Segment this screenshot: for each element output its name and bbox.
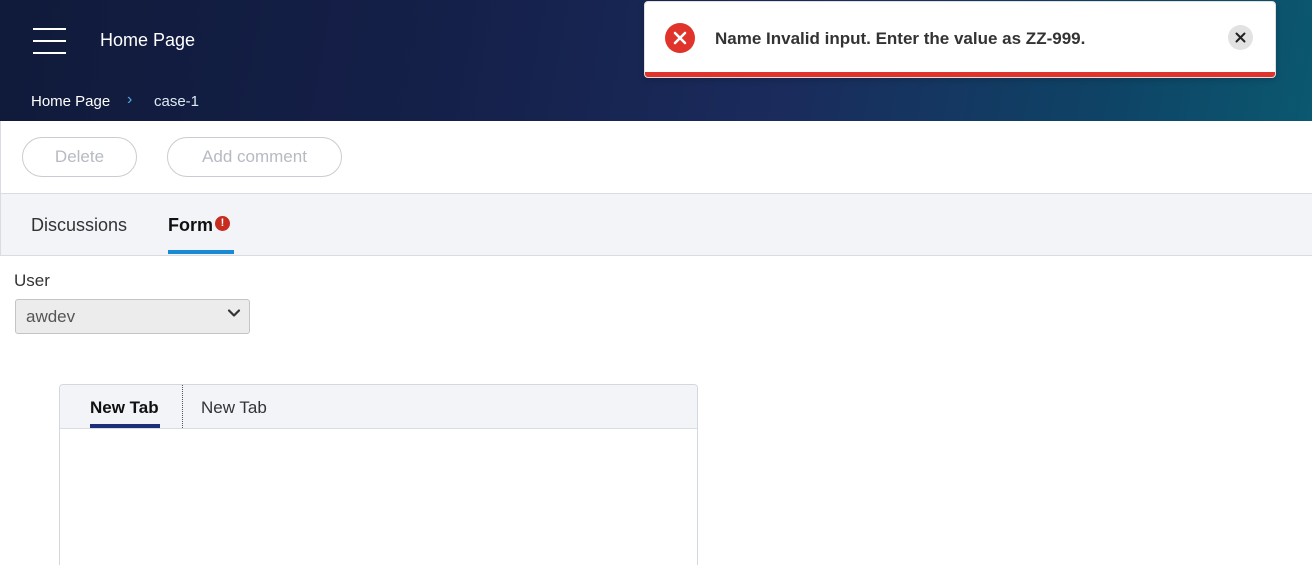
tab-discussions[interactable]: Discussions [31,215,127,236]
toast-accent-bar [645,72,1275,77]
inner-active-tab-indicator [90,424,160,428]
user-select[interactable]: awdev [15,299,250,334]
inner-tab-panel: New Tab New Tab [59,384,698,565]
page-title: Home Page [100,30,196,50]
chevron-right-icon: › [127,91,133,108]
exclamation-circle-icon: ! [215,216,230,231]
inner-tab-1[interactable]: New Tab [90,398,159,418]
add-comment-button[interactable]: Add comment [167,137,342,177]
delete-button[interactable]: Delete [22,137,137,177]
inner-tab-header: New Tab New Tab [60,385,697,429]
breadcrumb-current: case-1 [154,93,200,110]
main-tabs: Discussions Form ! [0,194,1312,256]
breadcrumb-home-link[interactable]: Home Page [31,93,110,110]
error-toast: Name Invalid input. Enter the value as Z… [644,1,1276,78]
tab-form[interactable]: Form [168,215,213,236]
close-icon[interactable] [1228,25,1253,50]
active-tab-indicator [168,250,234,254]
toast-message: Name Invalid input. Enter the value as Z… [715,29,1086,48]
action-toolbar: Delete Add comment [0,121,1312,194]
chevron-down-icon [227,309,241,317]
user-select-value: awdev [26,307,76,326]
inner-tab-divider [182,385,183,428]
error-circle-icon [665,23,695,53]
hamburger-menu-icon[interactable] [33,27,67,55]
breadcrumb: Home Page › case-1 [0,81,1312,121]
inner-tab-2[interactable]: New Tab [201,398,267,418]
user-field-label: User [14,271,50,290]
